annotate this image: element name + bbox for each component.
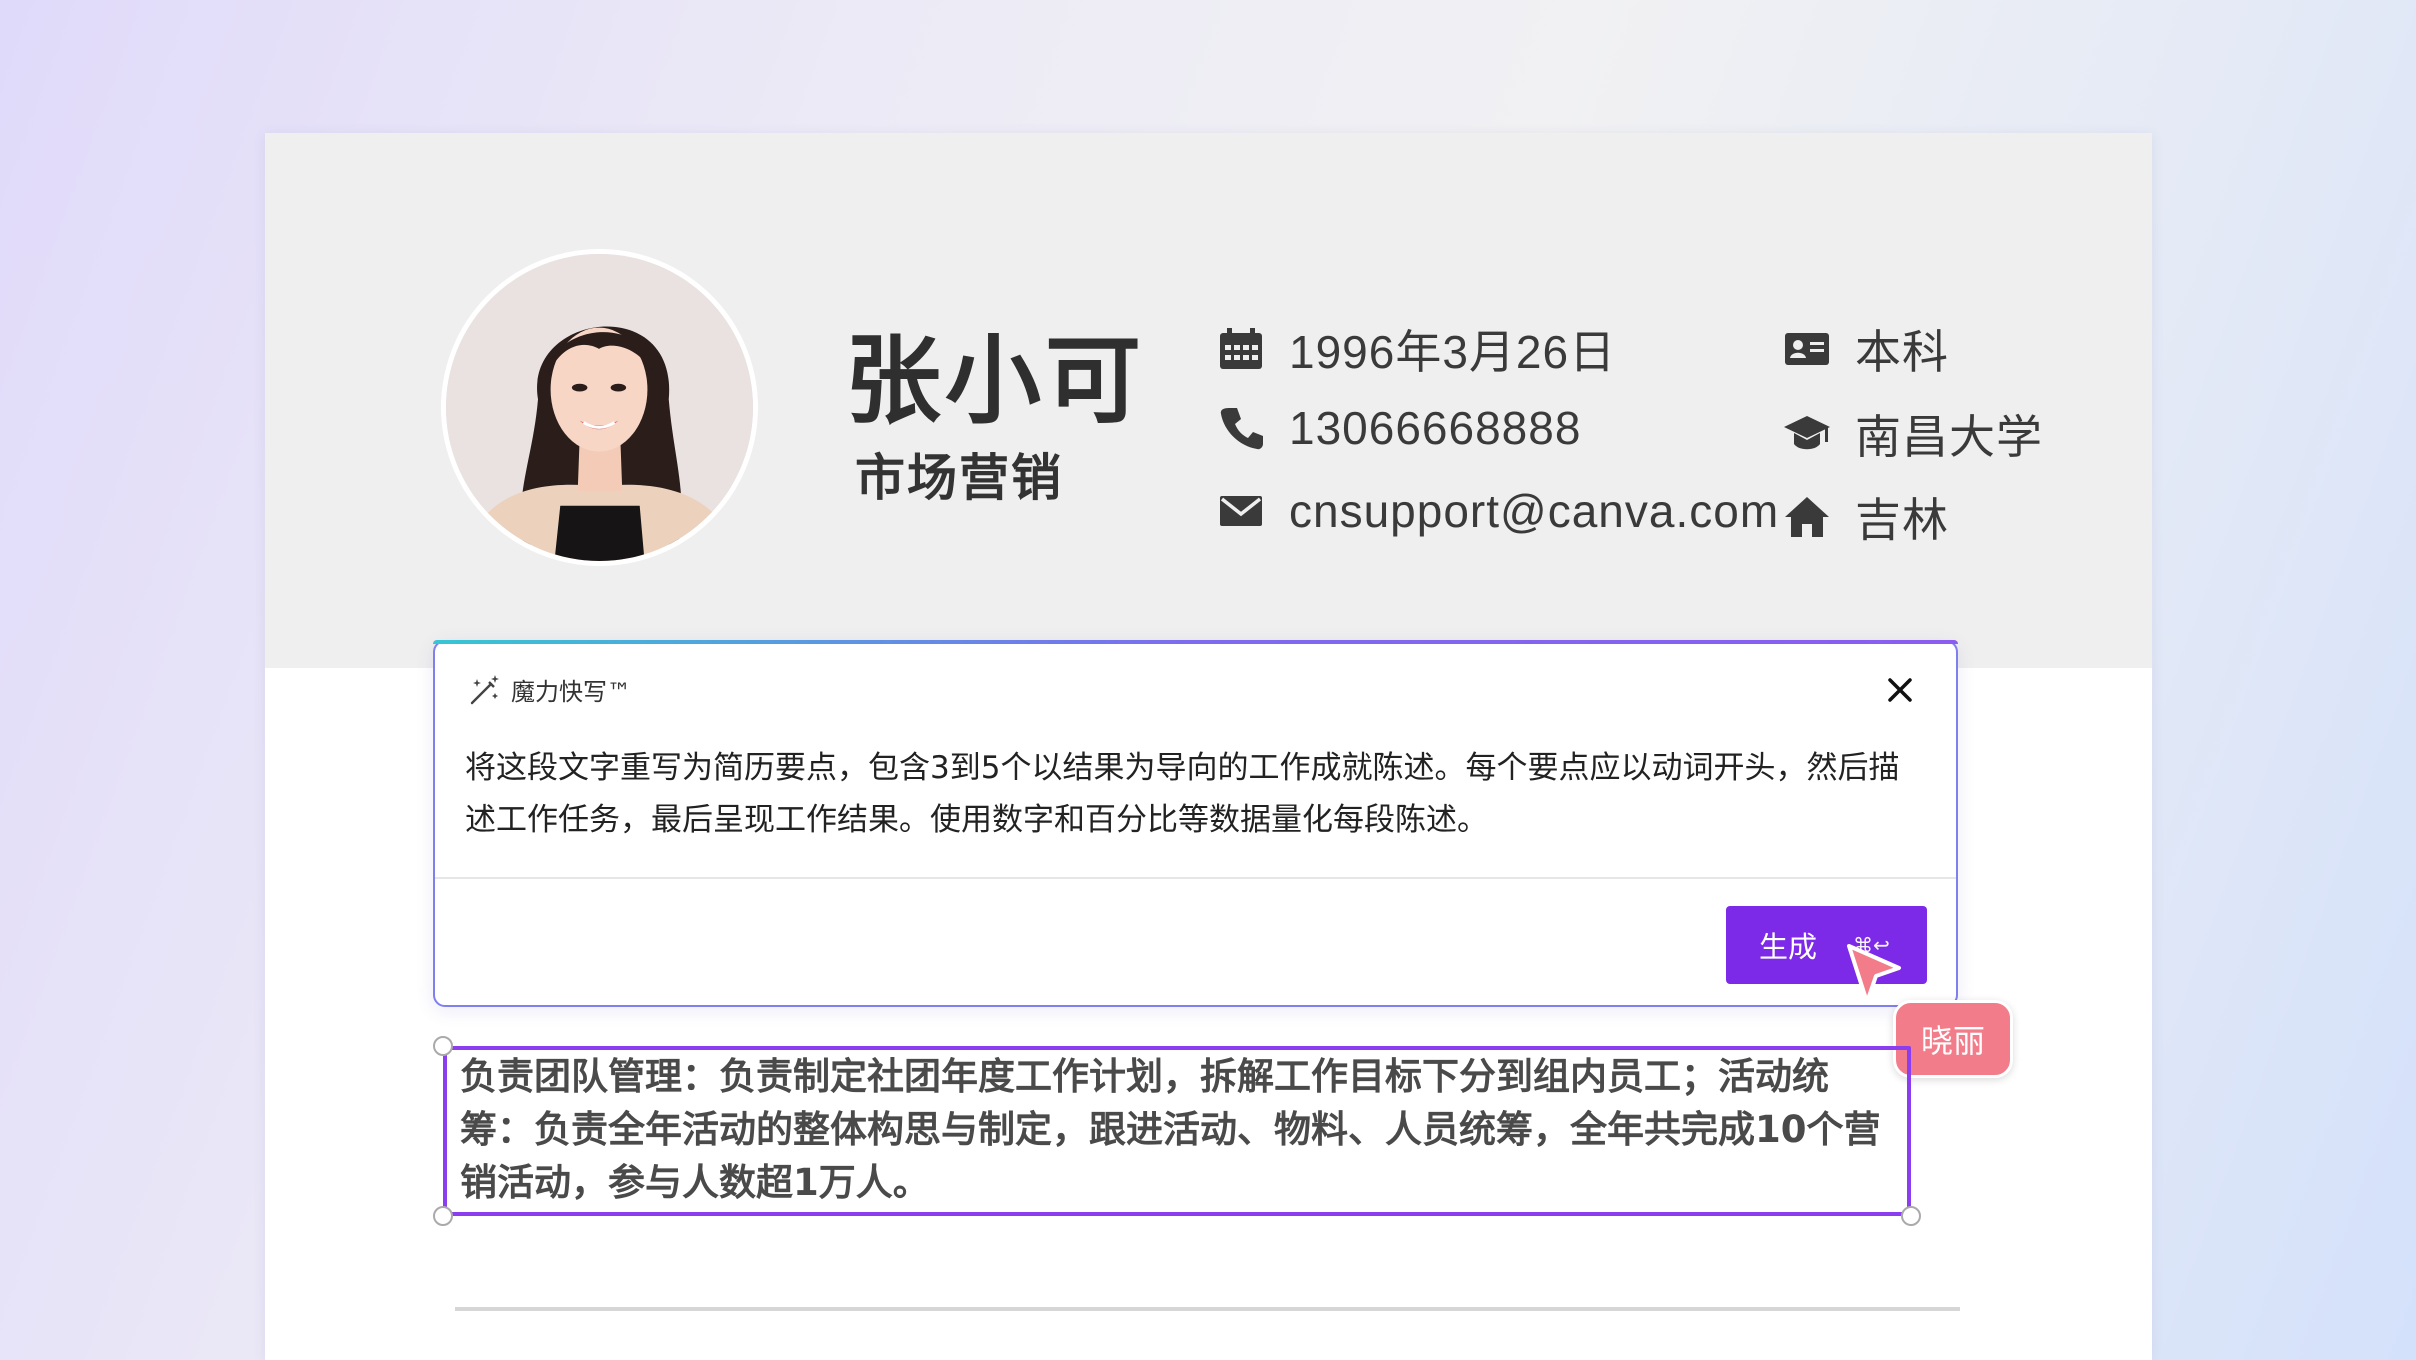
hometown-text: 吉林 — [1855, 494, 1949, 546]
email-text: cnsupport@canva.com — [1289, 485, 1780, 537]
magic-write-panel: 魔力快写™ 将这段文字重写为简历要点，包含3到5个以结果为导向的工作成就陈述。每… — [433, 640, 1958, 1007]
id-card-icon — [1781, 323, 1833, 375]
hometown-row[interactable]: 吉林 — [1781, 484, 1949, 550]
calendar-icon — [1215, 323, 1267, 375]
resize-handle-bottom-left[interactable] — [433, 1206, 453, 1226]
university-row[interactable]: 南昌大学 — [1781, 401, 2043, 467]
phone-row[interactable]: 13066668888 — [1215, 401, 1581, 455]
experience-text[interactable]: 负责团队管理：负责制定社团年度工作计划，拆解工作目标下分到组内员工；活动统筹：负… — [460, 1050, 1890, 1209]
section-divider — [455, 1307, 1960, 1311]
magic-write-title: 魔力快写™ — [511, 678, 631, 706]
magic-wand-icon — [470, 674, 499, 704]
avatar[interactable] — [441, 249, 758, 566]
degree-text: 本科 — [1855, 326, 1949, 378]
generate-label: 生成 — [1759, 930, 1818, 964]
resize-handle-top-left[interactable] — [433, 1036, 453, 1056]
magic-write-header: 魔力快写™ — [467, 672, 631, 707]
close-button[interactable] — [1880, 670, 1920, 710]
collaborator-cursor-icon — [1847, 944, 1901, 1004]
resume-header: 张小可 市场营销 1996年3月26日 13066668888 cnsuppor… — [265, 133, 2152, 668]
university-text: 南昌大学 — [1855, 411, 2043, 463]
mail-icon — [1215, 485, 1267, 537]
birthday-text: 1996年3月26日 — [1289, 326, 1617, 378]
collaborator-name-tag: 晓丽 — [1893, 1000, 2014, 1078]
phone-icon — [1215, 402, 1267, 454]
home-icon — [1781, 491, 1833, 543]
phone-text: 13066668888 — [1289, 402, 1582, 454]
panel-divider — [435, 877, 1956, 879]
email-row[interactable]: cnsupport@canva.com — [1215, 484, 1779, 538]
prompt-textarea[interactable]: 将这段文字重写为简历要点，包含3到5个以结果为导向的工作成就陈述。每个要点应以动… — [465, 742, 1915, 846]
portrait-image — [446, 254, 753, 561]
graduation-cap-icon — [1781, 408, 1833, 460]
degree-row[interactable]: 本科 — [1781, 316, 1949, 382]
candidate-name[interactable]: 张小可 — [845, 303, 1145, 442]
candidate-role[interactable]: 市场营销 — [855, 438, 1063, 510]
close-icon — [1888, 678, 1912, 702]
birthday-row[interactable]: 1996年3月26日 — [1215, 316, 1616, 382]
resize-handle-bottom-right[interactable] — [1901, 1206, 1921, 1226]
